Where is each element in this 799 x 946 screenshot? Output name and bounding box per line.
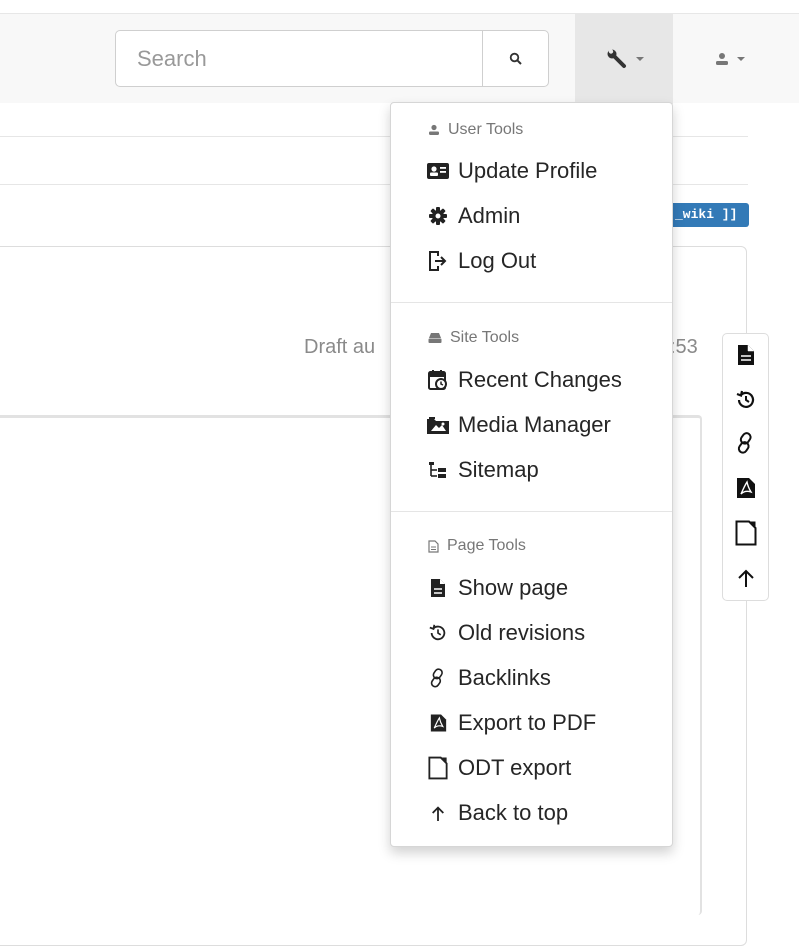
tools-dropdown-menu: User Tools Update Profile Admin Log Out … xyxy=(390,102,673,847)
pdf-icon xyxy=(736,477,756,499)
hdd-icon xyxy=(428,332,442,344)
menu-item-recent-changes[interactable]: Recent Changes xyxy=(426,364,622,396)
file-outline-icon xyxy=(428,539,439,553)
menu-item-label: Media Manager xyxy=(458,412,611,437)
export-pdf-tool[interactable] xyxy=(723,473,768,503)
draft-status-time: :53 xyxy=(670,336,698,358)
page-tools-bar xyxy=(722,333,769,601)
back-to-top-tool[interactable] xyxy=(723,563,768,593)
odt-file-icon xyxy=(735,520,757,546)
menu-item-admin[interactable]: Admin xyxy=(426,200,520,232)
link-icon xyxy=(736,432,756,454)
history-icon xyxy=(735,389,757,411)
pdf-icon xyxy=(426,711,450,735)
odt-export-tool[interactable] xyxy=(723,518,768,548)
search-icon xyxy=(509,52,523,66)
menu-item-label: Update Profile xyxy=(458,158,598,183)
user-icon xyxy=(715,52,729,66)
odt-file-icon xyxy=(426,756,450,780)
menu-item-label: Export to PDF xyxy=(458,710,597,735)
folder-image-icon xyxy=(426,413,450,437)
user-tools-header: User Tools xyxy=(428,119,523,141)
menu-item-log-out[interactable]: Log Out xyxy=(426,245,536,277)
menu-item-label: Recent Changes xyxy=(458,367,622,392)
id-card-icon xyxy=(426,159,450,183)
menu-item-label: ODT export xyxy=(458,755,572,780)
link-icon xyxy=(426,666,450,690)
arrow-up-icon xyxy=(737,568,755,588)
menu-item-label: Back to top xyxy=(458,800,569,825)
menu-item-sitemap[interactable]: Sitemap xyxy=(426,454,539,486)
old-revisions-tool[interactable] xyxy=(723,385,768,415)
wiki-link-badge[interactable]: _wiki ]] xyxy=(664,203,749,227)
arrow-up-icon xyxy=(426,801,450,825)
user-menu-toggle[interactable] xyxy=(690,14,770,104)
wrench-icon xyxy=(605,48,629,70)
menu-item-back-to-top[interactable]: Back to top xyxy=(426,797,568,829)
menu-item-label: Backlinks xyxy=(458,665,551,690)
menu-item-label: Show page xyxy=(458,575,569,600)
menu-item-export-pdf[interactable]: Export to PDF xyxy=(426,707,596,739)
file-icon xyxy=(426,576,450,600)
menu-item-media-manager[interactable]: Media Manager xyxy=(426,409,611,441)
chevron-down-icon xyxy=(635,57,644,61)
sitemap-icon xyxy=(426,458,450,482)
page-tools-header: Page Tools xyxy=(428,535,526,557)
show-page-tool[interactable] xyxy=(723,340,768,370)
user-icon xyxy=(428,124,440,136)
menu-item-odt-export[interactable]: ODT export xyxy=(426,752,571,784)
menu-divider xyxy=(391,511,672,512)
menu-item-old-revisions[interactable]: Old revisions xyxy=(426,617,585,649)
file-icon xyxy=(737,344,755,366)
backlinks-tool[interactable] xyxy=(723,428,768,458)
menu-item-label: Admin xyxy=(458,203,521,228)
calendar-clock-icon xyxy=(426,368,450,392)
site-tools-header: Site Tools xyxy=(428,327,519,349)
menu-item-backlinks[interactable]: Backlinks xyxy=(426,662,551,694)
chevron-down-icon xyxy=(737,57,745,61)
menu-item-label: Log Out xyxy=(458,248,537,273)
history-icon xyxy=(426,621,450,645)
search-input[interactable] xyxy=(116,31,482,86)
gear-icon xyxy=(426,204,450,228)
draft-status-text: Draft au xyxy=(304,336,376,358)
menu-divider xyxy=(391,302,672,303)
logout-icon xyxy=(426,249,450,273)
search-form xyxy=(115,30,549,87)
search-button[interactable] xyxy=(482,31,548,86)
tools-menu-toggle[interactable] xyxy=(575,14,673,104)
menu-item-label: Sitemap xyxy=(458,457,539,482)
menu-item-label: Old revisions xyxy=(458,620,586,645)
menu-item-show-page[interactable]: Show page xyxy=(426,572,568,604)
menu-item-update-profile[interactable]: Update Profile xyxy=(426,155,597,187)
top-navbar xyxy=(0,13,799,104)
